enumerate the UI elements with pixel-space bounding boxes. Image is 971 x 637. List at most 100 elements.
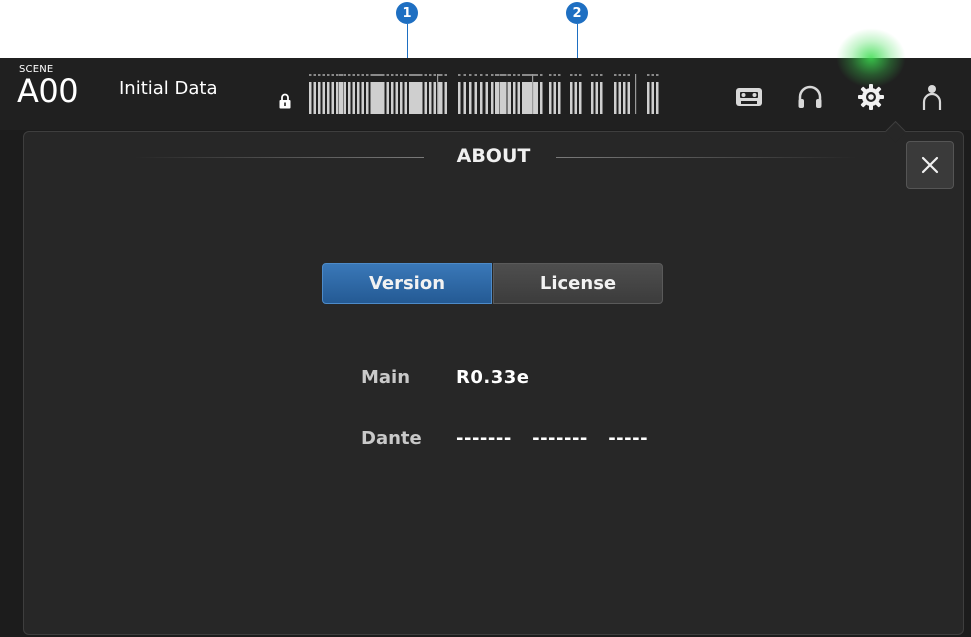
meter-bar <box>535 82 538 114</box>
about-dialog: ABOUT Version License Main R0.33e Dante … <box>23 120 964 635</box>
meter-bar <box>627 82 630 114</box>
meter-peak <box>391 74 394 76</box>
recorder-icon[interactable] <box>734 82 764 112</box>
meter-peak <box>495 74 498 76</box>
meter-bar <box>656 82 659 114</box>
meter-bar <box>513 82 516 114</box>
meter-peak <box>373 74 376 76</box>
meter-bar <box>386 82 389 114</box>
main-version-value: R0.33e <box>456 367 530 388</box>
meter-peak <box>591 74 594 76</box>
meter-bar <box>508 82 511 114</box>
close-button[interactable] <box>906 141 954 189</box>
meter-peak <box>400 74 403 76</box>
meter-peak <box>331 74 334 76</box>
lock-icon[interactable] <box>279 93 291 109</box>
meter-bar <box>558 82 561 114</box>
meter-peak <box>420 74 423 76</box>
meter-bar <box>504 82 507 114</box>
meter-peak <box>458 74 461 76</box>
level-meters[interactable] <box>309 72 673 116</box>
main-label: Main <box>361 367 411 388</box>
meter-peak <box>474 74 477 76</box>
meter-bar <box>469 82 472 114</box>
meter-peak <box>322 74 325 76</box>
tab-version[interactable]: Version <box>322 263 492 304</box>
meter-peak <box>528 74 531 76</box>
meter-bar <box>339 82 342 114</box>
meter-peak <box>579 74 582 76</box>
meter-peak <box>444 74 447 76</box>
meter-bar <box>553 82 556 114</box>
meter-peak <box>553 74 556 76</box>
meter-bar <box>343 82 346 114</box>
meter-bar <box>327 82 330 114</box>
headphones-icon[interactable] <box>795 82 825 112</box>
meter-bar <box>440 82 443 114</box>
meter-bar <box>614 82 617 114</box>
meter-peak <box>424 74 427 76</box>
meter-bar <box>647 82 650 114</box>
meter-divider <box>635 74 637 114</box>
meter-peak <box>647 74 650 76</box>
meter-peak <box>524 74 527 76</box>
meter-peak <box>377 74 380 76</box>
dante-version-value: ------- ------- ----- <box>456 428 649 449</box>
meter-bar <box>540 82 543 114</box>
meter-bar <box>429 82 432 114</box>
meter-peak <box>352 74 355 76</box>
close-icon <box>921 156 939 174</box>
scene-name[interactable]: Initial Data <box>119 78 218 99</box>
meter-bar <box>618 82 621 114</box>
meter-bar <box>480 82 483 114</box>
meter-peak <box>440 74 443 76</box>
meter-peak <box>343 74 346 76</box>
meter-peak <box>357 74 360 76</box>
meter-bar <box>474 82 477 114</box>
meter-bar <box>313 82 316 114</box>
meter-peak <box>339 74 342 76</box>
meter-bar <box>336 82 339 114</box>
meter-bar <box>352 82 355 114</box>
top-bar: SCENE A00 Initial Data <box>0 28 971 130</box>
meter-peak <box>463 74 466 76</box>
user-icon[interactable] <box>917 82 947 112</box>
meter-bar <box>400 82 403 114</box>
meter-bar <box>331 82 334 114</box>
meter-bar <box>322 82 325 114</box>
meter-peak <box>540 74 543 76</box>
dante-label: Dante <box>361 428 422 449</box>
device-screen: SCENE A00 Initial Data ABOUT Version Lic… <box>0 28 971 637</box>
meter-peak <box>485 74 488 76</box>
meter-peak <box>361 74 364 76</box>
meter-peak <box>656 74 659 76</box>
meter-peak <box>651 74 654 76</box>
meter-peak <box>480 74 483 76</box>
meter-bar <box>370 82 373 114</box>
meter-peak <box>382 74 385 76</box>
meter-peak <box>370 74 373 76</box>
meter-bar <box>391 82 394 114</box>
meter-peak <box>366 74 369 76</box>
meter-peak <box>348 74 351 76</box>
meter-bar <box>574 82 577 114</box>
meter-bar <box>591 82 594 114</box>
meter-bar <box>499 82 502 114</box>
meter-bar <box>373 82 376 114</box>
callout-marker-2: 2 <box>566 2 588 24</box>
meter-bar <box>533 82 536 114</box>
meter-bar <box>651 82 654 114</box>
meter-bar <box>348 82 351 114</box>
meter-peak <box>558 74 561 76</box>
meter-bar <box>357 82 360 114</box>
tab-license[interactable]: License <box>493 263 663 304</box>
meter-bar <box>433 82 436 114</box>
meter-bar <box>579 82 582 114</box>
meter-peak <box>508 74 511 76</box>
scene-number[interactable]: A00 <box>17 72 79 110</box>
dialog-title: ABOUT <box>456 145 531 167</box>
gear-icon[interactable] <box>856 82 886 112</box>
meter-bar <box>309 82 312 114</box>
meter-bar <box>411 82 414 114</box>
meter-bar <box>420 82 423 114</box>
